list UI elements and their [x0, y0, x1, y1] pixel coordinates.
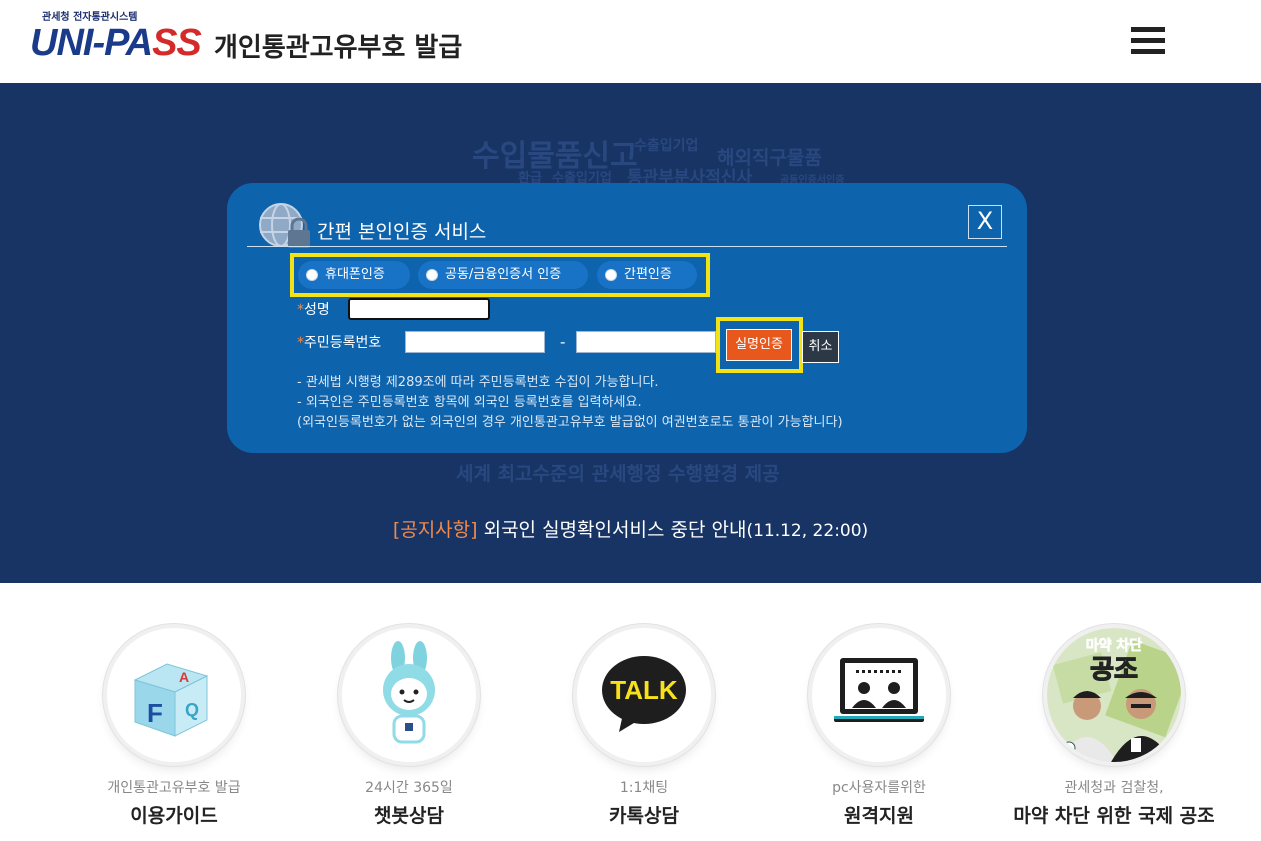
notice-tag: [공지사항] — [392, 519, 478, 541]
svg-text:Q: Q — [185, 700, 199, 720]
radio-dot — [306, 269, 318, 281]
service-remote[interactable]: pc사용자를위한 원격지원 — [761, 628, 997, 828]
globe-lock-icon — [257, 203, 315, 249]
name-label-text: 성명 — [304, 302, 330, 318]
service-sub: 1:1채팅 — [619, 780, 669, 796]
drug-cooperation-photo: 마약 차단 공조 — [1047, 628, 1181, 762]
logo-subtitle: 관세청 전자통관시스템 — [42, 12, 138, 23]
required-star: * — [297, 335, 304, 351]
service-sub: 24시간 365일 — [365, 780, 453, 796]
note-line: - 외국인은 주민등록번호 항목에 외국인 등록번호를 입력하세요. — [297, 395, 642, 410]
auth-method-group: 휴대폰인증 공동/금융인증서 인증 간편인증 — [290, 253, 710, 297]
radio-phone[interactable]: 휴대폰인증 — [298, 261, 410, 289]
name-label: *성명 — [297, 299, 330, 319]
service-chatbot[interactable]: 24시간 365일 챗봇상담 — [291, 628, 527, 828]
logo-wordmark: UNI-PASS — [30, 22, 202, 65]
radio-simple[interactable]: 간편인증 — [597, 261, 697, 289]
rrn-label-text: 주민등록번호 — [304, 335, 382, 351]
svg-text:F: F — [147, 698, 163, 728]
verify-highlight: 실명인증 — [716, 317, 803, 373]
radio-label: 간편인증 — [624, 267, 672, 282]
verify-button[interactable]: 실명인증 — [726, 329, 792, 361]
divider — [247, 246, 1007, 247]
service-links: F A Q 개인통관고유부호 발급 이용가이드 24시간 365일 챗봇상담 T… — [0, 583, 1261, 841]
note-line: (외국인등록번호가 없는 외국인의 경우 개인통관고유부호 발급없이 여권번호로… — [297, 415, 843, 430]
remote-support-icon — [812, 628, 946, 762]
service-title: 카톡상담 — [609, 805, 679, 827]
service-title: 마약 차단 위한 국제 공조 — [1013, 805, 1215, 827]
service-drug-cooperation[interactable]: 마약 차단 공조 관세청과 검찰청, 마약 차단 위한 국제 공조 — [996, 628, 1232, 828]
badge-big: 공조 — [1090, 655, 1138, 685]
close-button[interactable]: X — [968, 205, 1002, 239]
chatbot-rabbit-icon — [342, 628, 476, 762]
logo-wordmark-red: SS — [152, 22, 202, 64]
kakao-talk-icon: TALK — [577, 628, 711, 762]
bg-word: 세계 최고수준의 관세행정 수행환경 제공 — [456, 463, 780, 485]
radio-label: 휴대폰인증 — [325, 267, 385, 282]
modal-title: 간편 본인인증 서비스 — [317, 221, 487, 243]
svg-text:A: A — [179, 669, 189, 685]
unipass-logo[interactable]: 관세청 전자통관시스템 UNI-PASS — [28, 8, 208, 70]
notice-text: 외국인 실명확인서비스 중단 안내 — [477, 519, 747, 541]
auth-modal: 간편 본인인증 서비스 X 휴대폰인증 공동/금융인증서 인증 간편인증 *성명… — [227, 183, 1027, 453]
rrn-front-input[interactable] — [405, 331, 545, 353]
radio-dot — [426, 269, 438, 281]
notice-date: (11.12, 22:00) — [746, 521, 869, 541]
badge-top: 마약 차단 — [1086, 637, 1143, 654]
cancel-button[interactable]: 취소 — [802, 331, 839, 363]
service-sub: 관세청과 검찰청, — [1064, 780, 1164, 796]
svg-text:TALK: TALK — [610, 675, 678, 705]
service-guide[interactable]: F A Q 개인통관고유부호 발급 이용가이드 — [56, 628, 292, 828]
radio-certificate[interactable]: 공동/금융인증서 인증 — [418, 261, 588, 289]
service-title: 챗봇상담 — [374, 805, 444, 827]
rrn-back-input[interactable] — [576, 331, 716, 353]
header: 관세청 전자통관시스템 UNI-PASS 개인통관고유부호 발급 — [0, 0, 1261, 83]
name-input[interactable] — [348, 298, 490, 320]
hamburger-icon[interactable] — [1131, 27, 1165, 57]
radio-label: 공동/금융인증서 인증 — [445, 267, 562, 282]
service-sub: pc사용자를위한 — [832, 780, 926, 796]
bg-word: 수출입기업 — [634, 138, 699, 154]
page-title: 개인통관고유부호 발급 — [214, 33, 463, 63]
notice-link[interactable]: [공지사항] 외국인 실명확인서비스 중단 안내(11.12, 22:00) — [0, 515, 1261, 542]
logo-wordmark-blue: UNI-PA — [30, 22, 153, 64]
rrn-dash: - — [560, 333, 566, 351]
rrn-label: *주민등록번호 — [297, 332, 381, 352]
note-line: - 관세법 시행령 제289조에 따라 주민등록번호 수집이 가능합니다. — [297, 375, 659, 390]
service-kakao[interactable]: TALK 1:1채팅 카톡상담 — [526, 628, 762, 828]
notes: - 관세법 시행령 제289조에 따라 주민등록번호 수집이 가능합니다. - … — [297, 373, 843, 433]
faq-cube-icon: F A Q — [107, 628, 241, 762]
radio-dot — [605, 269, 617, 281]
service-title: 이용가이드 — [130, 805, 218, 827]
required-star: * — [297, 302, 304, 318]
service-title: 원격지원 — [844, 805, 914, 827]
service-sub: 개인통관고유부호 발급 — [107, 780, 241, 796]
